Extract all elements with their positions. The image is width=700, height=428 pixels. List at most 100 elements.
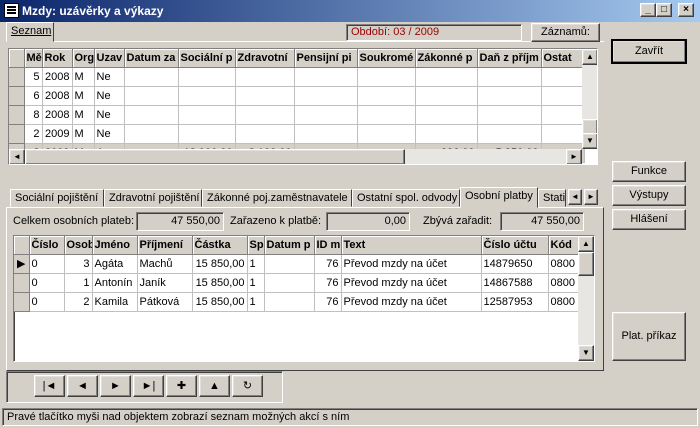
scroll-right-icon[interactable]: ►: [566, 149, 582, 164]
upper-col-header[interactable]: Soukromé: [357, 49, 416, 68]
close-window-button[interactable]: ×: [678, 3, 694, 17]
table-cell[interactable]: [415, 86, 478, 106]
table-row[interactable]: 0 2 Kamila Pátková 15 850,00 1 76 Převod mzdy n…: [14, 292, 581, 312]
table-row[interactable]: 6 2008 M Ne: [9, 86, 585, 106]
table-cell[interactable]: Ne: [94, 86, 125, 106]
table-cell[interactable]: 6: [24, 86, 43, 106]
table-cell[interactable]: M: [72, 124, 95, 144]
scroll-up-icon[interactable]: ▲: [578, 236, 594, 252]
table-cell[interactable]: [477, 124, 542, 144]
table-cell[interactable]: Pátková: [137, 292, 193, 312]
row-selector[interactable]: [9, 67, 25, 87]
reports-button[interactable]: Hlášení: [612, 209, 686, 230]
lower-col-header[interactable]: Číslo: [29, 236, 65, 255]
upper-col-header[interactable]: Zdravotní: [235, 49, 295, 68]
table-cell[interactable]: 76: [314, 292, 342, 312]
table-cell[interactable]: [264, 254, 315, 274]
table-cell[interactable]: [541, 105, 585, 125]
table-cell[interactable]: [357, 124, 416, 144]
table-cell[interactable]: Ne: [94, 67, 125, 87]
table-row[interactable]: 5 2008 M Ne: [9, 67, 585, 87]
table-cell[interactable]: 2008: [42, 86, 73, 106]
table-cell[interactable]: [357, 67, 416, 87]
subtab-5[interactable]: Statis: [538, 189, 566, 207]
table-cell[interactable]: 2: [64, 292, 93, 312]
table-cell[interactable]: 1: [64, 273, 93, 293]
scroll-thumb[interactable]: [578, 252, 594, 276]
table-cell[interactable]: Machů: [137, 254, 193, 274]
table-cell[interactable]: 0: [29, 292, 65, 312]
table-cell[interactable]: 1: [247, 254, 265, 274]
scroll-down-icon[interactable]: ▼: [578, 345, 594, 361]
table-cell[interactable]: 76: [314, 273, 342, 293]
lower-col-header[interactable]: Jméno: [92, 236, 138, 255]
table-cell[interactable]: [178, 105, 236, 125]
table-cell[interactable]: Převod mzdy na účet: [341, 292, 482, 312]
table-cell[interactable]: [235, 86, 295, 106]
table-cell[interactable]: [124, 86, 179, 106]
table-cell[interactable]: 0800: [548, 254, 581, 274]
outputs-button[interactable]: Výstupy: [612, 185, 686, 206]
row-selector[interactable]: [9, 86, 25, 106]
lower-col-header[interactable]: Číslo účtu: [481, 236, 549, 255]
subtab-3[interactable]: Ostatní spol. odvody: [352, 189, 460, 207]
table-row[interactable]: ▶ 0 3 Agáta Machů 15 850,00 1 76 Převod mzdy na …: [14, 254, 581, 274]
next-record-icon[interactable]: ►: [100, 375, 131, 397]
lower-col-header[interactable]: Datum p: [264, 236, 315, 255]
table-cell[interactable]: [415, 105, 478, 125]
scroll-left-icon[interactable]: ◄: [9, 149, 25, 164]
table-cell[interactable]: 0800: [548, 292, 581, 312]
table-cell[interactable]: Kamila: [92, 292, 138, 312]
table-cell[interactable]: M: [72, 67, 95, 87]
move-up-icon[interactable]: ▲: [199, 375, 230, 397]
subtab-0[interactable]: Sociální pojištění: [10, 189, 104, 207]
table-cell[interactable]: [235, 105, 295, 125]
table-cell[interactable]: M: [72, 105, 95, 125]
table-cell[interactable]: [477, 105, 542, 125]
table-cell[interactable]: [357, 105, 416, 125]
table-cell[interactable]: [264, 292, 315, 312]
upper-col-header[interactable]: Org: [72, 49, 95, 68]
prev-record-icon[interactable]: ◄: [67, 375, 98, 397]
table-cell[interactable]: Převod mzdy na účet: [341, 254, 482, 274]
table-row[interactable]: 8 2008 M Ne: [9, 105, 585, 125]
table-cell[interactable]: [541, 67, 585, 87]
table-cell[interactable]: [178, 124, 236, 144]
upper-col-header[interactable]: Daň z příjm: [477, 49, 542, 68]
table-cell[interactable]: [178, 67, 236, 87]
table-row[interactable]: 0 1 Antonín Janík 15 850,00 1 76 Převod mzdy na…: [14, 273, 581, 293]
lower-col-header[interactable]: Osob: [64, 236, 93, 255]
row-selector[interactable]: [14, 273, 30, 293]
table-cell[interactable]: 0: [29, 273, 65, 293]
table-cell[interactable]: Janík: [137, 273, 193, 293]
table-cell[interactable]: [294, 124, 358, 144]
table-cell[interactable]: 2008: [42, 105, 73, 125]
table-cell[interactable]: 0: [29, 254, 65, 274]
table-cell[interactable]: Ne: [94, 124, 125, 144]
table-cell[interactable]: 1: [247, 292, 265, 312]
current-row-icon[interactable]: ▶: [14, 254, 30, 274]
table-cell[interactable]: 15 850,00: [192, 273, 248, 293]
upper-col-header[interactable]: Ostat: [541, 49, 585, 68]
tab-seznam[interactable]: Seznam: [6, 22, 54, 42]
tabs-right-icon[interactable]: ►: [584, 189, 598, 205]
table-cell[interactable]: 76: [314, 254, 342, 274]
table-cell[interactable]: 8: [24, 105, 43, 125]
scroll-up-icon[interactable]: ▲: [582, 49, 597, 65]
lower-col-header[interactable]: ID m: [314, 236, 342, 255]
lower-col-header[interactable]: Kód: [548, 236, 581, 255]
table-cell[interactable]: Ne: [94, 105, 125, 125]
table-cell[interactable]: 2008: [42, 67, 73, 87]
add-record-icon[interactable]: ✚: [166, 375, 197, 397]
h-scroll-thumb[interactable]: [25, 149, 405, 164]
table-cell[interactable]: M: [72, 86, 95, 106]
table-cell[interactable]: [357, 86, 416, 106]
table-cell[interactable]: [477, 86, 542, 106]
table-cell[interactable]: [235, 124, 295, 144]
lower-col-header[interactable]: Příjmení: [137, 236, 193, 255]
table-cell[interactable]: [124, 67, 179, 87]
table-cell[interactable]: 14867588: [481, 273, 549, 293]
table-cell[interactable]: 5: [24, 67, 43, 87]
lower-col-header[interactable]: Text: [341, 236, 482, 255]
upper-col-header[interactable]: Datum za: [124, 49, 179, 68]
